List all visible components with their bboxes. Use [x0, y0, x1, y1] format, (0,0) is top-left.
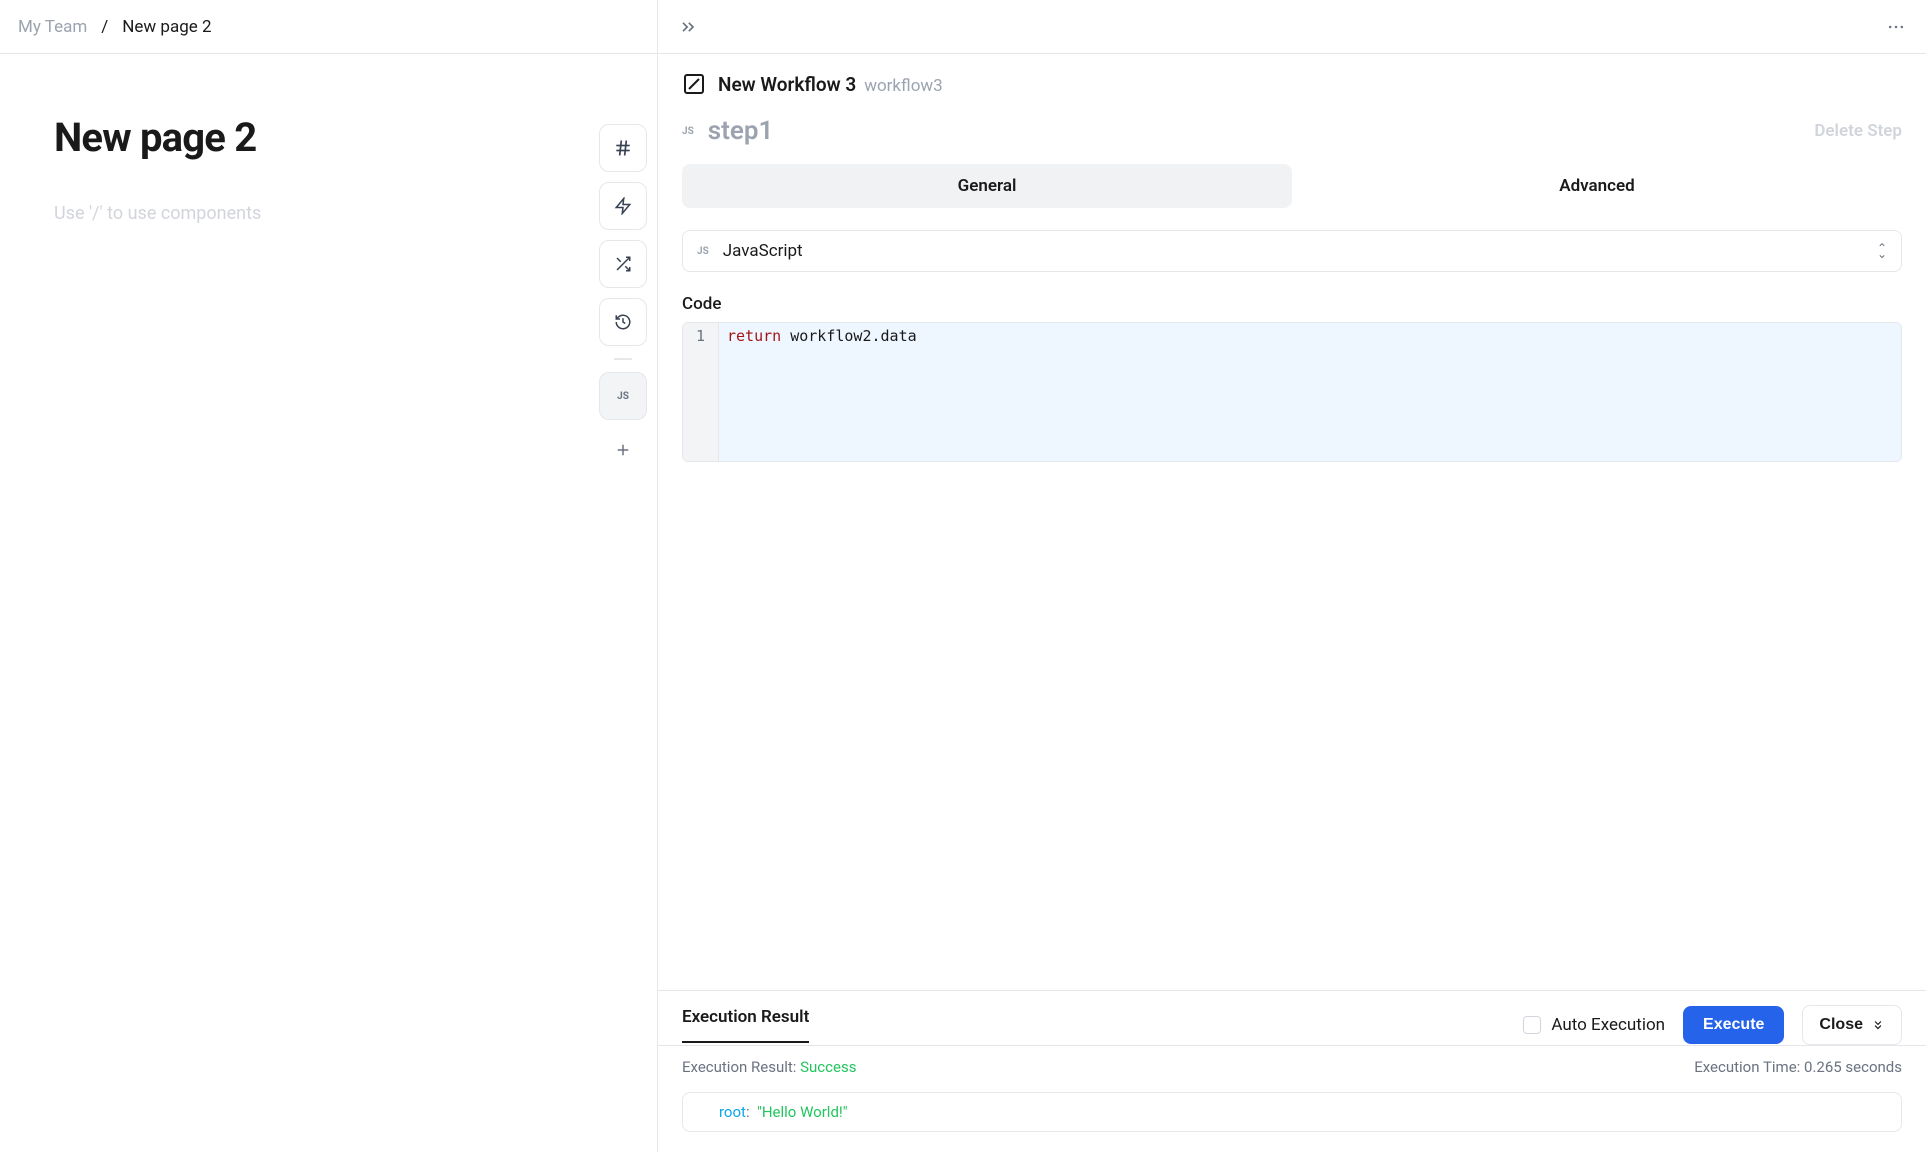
- history-button[interactable]: [599, 298, 647, 346]
- result-value: "Hello World!": [757, 1103, 848, 1121]
- close-button[interactable]: Close: [1802, 1005, 1902, 1045]
- breadcrumb-separator: /: [101, 17, 108, 37]
- execution-time: Execution Time: 0.265 seconds: [1694, 1058, 1902, 1076]
- execute-button[interactable]: Execute: [1683, 1006, 1784, 1044]
- step-name[interactable]: step1: [708, 116, 774, 146]
- execution-result-box: root: "Hello World!": [682, 1092, 1902, 1132]
- breadcrumb-page[interactable]: New page 2: [122, 17, 211, 37]
- step-js-badge: JS: [682, 126, 694, 137]
- checkbox-icon[interactable]: [1523, 1016, 1541, 1034]
- shuffle-button[interactable]: [599, 240, 647, 288]
- workflow-slug: workflow3: [864, 76, 943, 96]
- execution-footer: Execution Result Auto Execution Execute …: [658, 990, 1926, 1152]
- hash-button[interactable]: [599, 124, 647, 172]
- code-gutter: 1: [683, 323, 719, 461]
- js-step-button[interactable]: JS: [599, 372, 647, 420]
- hash-icon: [613, 138, 633, 158]
- vertical-toolbar: JS: [599, 124, 647, 470]
- result-key: root: [719, 1103, 746, 1121]
- auto-execution-toggle[interactable]: Auto Execution: [1523, 1015, 1665, 1035]
- bolt-button[interactable]: [599, 182, 647, 230]
- code-label: Code: [658, 272, 1926, 322]
- lang-js-badge: JS: [697, 246, 709, 257]
- breadcrumb-team[interactable]: My Team: [18, 17, 87, 37]
- add-step-button[interactable]: [599, 430, 647, 470]
- content-placeholder[interactable]: Use '/' to use components: [54, 203, 603, 224]
- code-editor[interactable]: 1 return workflow2.data: [682, 322, 1902, 462]
- more-button[interactable]: [1886, 17, 1906, 37]
- chevron-updown-icon: ⌃⌄: [1877, 245, 1887, 257]
- tab-general[interactable]: General: [682, 164, 1292, 208]
- delete-step-button[interactable]: Delete Step: [1814, 121, 1902, 141]
- code-body[interactable]: return workflow2.data: [719, 323, 1901, 461]
- language-select[interactable]: JS JavaScript ⌃⌄: [682, 230, 1902, 272]
- workflow-title: New Workflow 3: [718, 73, 856, 96]
- execution-status: Execution Result: Success: [682, 1058, 856, 1076]
- shuffle-icon: [614, 255, 632, 273]
- workflow-header: New Workflow 3 workflow3: [658, 54, 1926, 106]
- page-title: New page 2: [54, 114, 603, 161]
- breadcrumb: My Team / New page 2: [0, 0, 657, 54]
- auto-execution-label: Auto Execution: [1551, 1015, 1665, 1035]
- dots-horizontal-icon: [1886, 17, 1906, 37]
- execution-result-tab[interactable]: Execution Result: [682, 1007, 809, 1043]
- plus-icon: [614, 441, 632, 459]
- chevron-double-right-icon: [678, 17, 698, 37]
- tab-advanced[interactable]: Advanced: [1292, 164, 1902, 208]
- js-badge-icon: JS: [617, 391, 629, 402]
- history-icon: [614, 313, 632, 331]
- bolt-icon: [614, 197, 632, 215]
- language-name: JavaScript: [723, 241, 803, 261]
- collapse-panel-button[interactable]: [678, 17, 698, 37]
- workflow-icon: [682, 72, 706, 96]
- toolbar-divider: [614, 358, 632, 360]
- chevron-double-down-icon: [1871, 1018, 1885, 1032]
